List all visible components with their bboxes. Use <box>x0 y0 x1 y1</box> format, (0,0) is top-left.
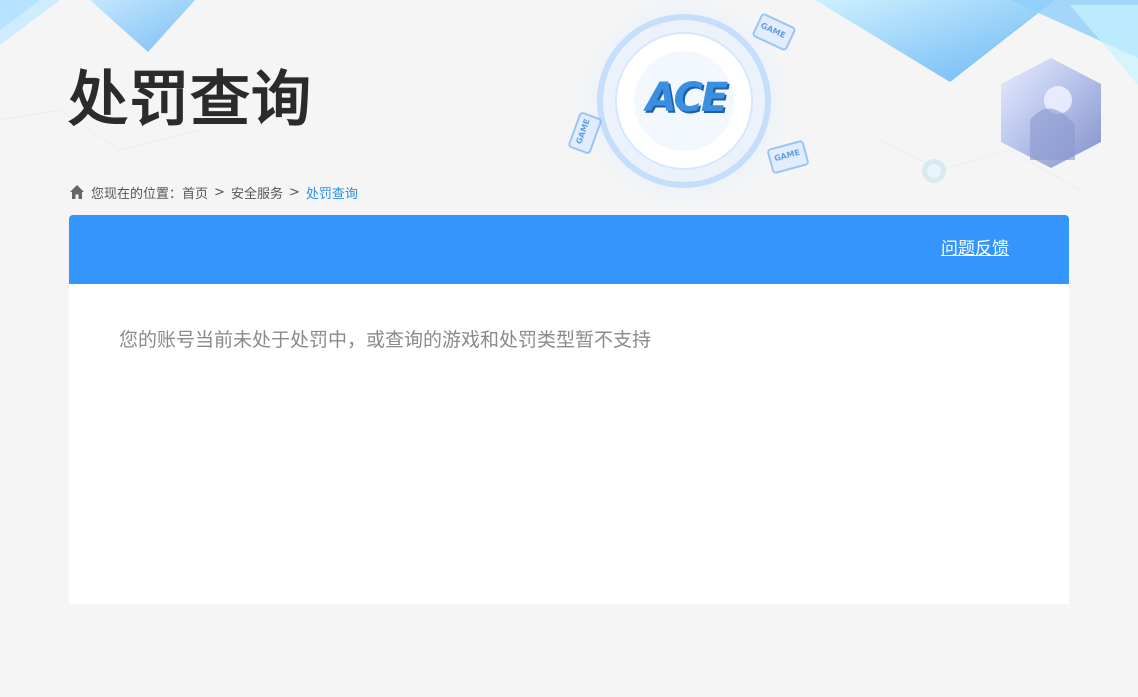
penalty-panel: 问题反馈 您的账号当前未处于处罚中，或查询的游戏和处罚类型暂不支持 <box>69 215 1069 604</box>
breadcrumb-current: 处罚查询 <box>305 186 358 202</box>
status-message: 您的账号当前未处于处罚中，或查询的游戏和处罚类型暂不支持 <box>119 329 652 351</box>
home-icon <box>69 184 85 200</box>
breadcrumb: 您现在的位置： 首页 > 安全服务 > 处罚查询 <box>69 182 358 202</box>
breadcrumb-home-link[interactable]: 首页 <box>182 183 208 202</box>
breadcrumb-separator: > <box>214 184 225 200</box>
feedback-link[interactable]: 问题反馈 <box>941 237 1009 261</box>
page-title: 处罚查询 <box>68 65 312 135</box>
panel-header: 问题反馈 <box>69 215 1069 284</box>
breadcrumb-security-link[interactable]: 安全服务 <box>231 183 283 202</box>
breadcrumb-prefix: 您现在的位置： <box>91 186 183 202</box>
ace-logo: ACE <box>634 75 738 121</box>
ace-logo-text: ACE <box>645 75 728 121</box>
breadcrumb-separator: > <box>288 184 300 200</box>
page: ACE GAME GAME GAME 处罚查询 您现在的位置： 首页 > 安全服… <box>0 0 1138 697</box>
